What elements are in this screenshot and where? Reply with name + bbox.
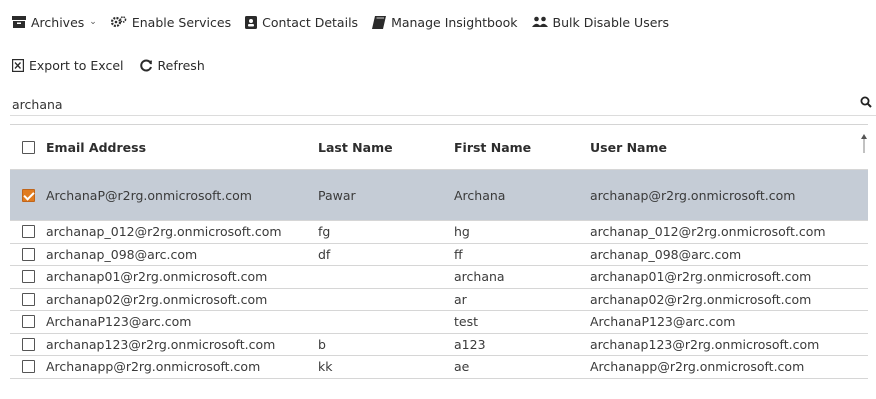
last-name-cell: df [318,246,331,262]
row-checkbox-cell[interactable] [10,292,46,306]
row-checkbox[interactable] [21,270,35,284]
column-header-user-name[interactable]: User Name [590,140,868,155]
column-header-last-name[interactable]: Last Name [318,140,454,155]
row-checkbox[interactable] [21,225,35,239]
chevron-down-icon: ⌄ [89,17,97,27]
users-table: Email Address Last Name First Name User … [10,124,868,379]
row-checkbox-cell[interactable] [10,247,46,261]
export-to-excel-button[interactable]: Export to Excel [12,58,124,73]
email-cell: archanap01@r2rg.onmicrosoft.com [46,269,268,285]
archives-label: Archives [31,14,85,30]
email-cell: ArchanaP123@arc.com [46,314,192,330]
first-name-cell: Archana [454,187,506,203]
table-row[interactable]: archanap_098@arc.com df ff archanap_098@… [10,244,868,266]
last-name-cell: fg [318,224,331,240]
email-cell: archanap_098@arc.com [46,246,198,262]
table-header-row: Email Address Last Name First Name User … [10,125,868,170]
first-name-cell: hg [454,224,470,240]
user-name-cell: archanap123@r2rg.onmicrosoft.com [590,336,820,352]
row-checkbox-cell[interactable] [10,225,46,239]
table-row[interactable]: archanap02@r2rg.onmicrosoft.com ar archa… [10,289,868,311]
enable-services-label: Enable Services [131,14,232,30]
email-cell: archanap123@r2rg.onmicrosoft.com [46,336,276,352]
bulk-disable-users-button[interactable]: Bulk Disable Users [531,14,670,30]
user-name-cell: Archanapp@r2rg.onmicrosoft.com [590,359,805,375]
excel-icon [12,58,24,72]
book-icon [372,15,387,29]
user-name-cell: archanap_012@r2rg.onmicrosoft.com [590,224,826,240]
bulk-disable-users-label: Bulk Disable Users [552,14,670,30]
search-bar [10,94,876,116]
table-row[interactable]: ArchanaP@r2rg.onmicrosoft.com Pawar Arch… [10,170,868,221]
secondary-toolbar: Export to Excel Refresh [12,55,221,75]
refresh-button[interactable]: Refresh [139,57,205,73]
search-icon[interactable] [860,96,872,108]
row-checkbox-cell[interactable] [10,315,46,329]
table-row[interactable]: archanap_012@r2rg.onmicrosoft.com fg hg … [10,221,868,244]
user-name-cell: ArchanaP123@arc.com [590,314,736,330]
scroll-up-icon[interactable] [860,133,868,153]
table-row[interactable]: Archanapp@r2rg.onmicrosoft.com kk ae Arc… [10,356,868,379]
search-input[interactable] [12,94,832,114]
email-cell: archanap_012@r2rg.onmicrosoft.com [46,224,282,240]
first-name-cell: test [454,314,479,330]
row-checkbox[interactable] [21,188,35,202]
last-name-cell: kk [318,359,333,375]
last-name-cell: b [318,336,326,352]
manage-insightbook-label: Manage Insightbook [391,14,518,30]
column-header-email[interactable]: Email Address [46,140,318,155]
user-name-cell: archanap@r2rg.onmicrosoft.com [590,187,796,203]
row-checkbox-cell[interactable] [10,360,46,374]
export-to-excel-label: Export to Excel [29,57,124,73]
archives-menu-button[interactable]: Archives ⌄ [12,15,97,30]
first-name-cell: ae [454,359,470,375]
email-cell: archanap02@r2rg.onmicrosoft.com [46,291,268,307]
manage-insightbook-button[interactable]: Manage Insightbook [372,14,518,30]
row-checkbox[interactable] [21,315,35,329]
refresh-label: Refresh [157,57,205,73]
first-name-cell: ar [454,291,467,307]
row-checkbox[interactable] [21,292,35,306]
user-name-cell: archanap01@r2rg.onmicrosoft.com [590,269,812,285]
users-icon [531,16,548,27]
archive-icon [12,16,26,28]
gear-icon [110,16,127,28]
column-header-first-name[interactable]: First Name [454,140,590,155]
first-name-cell: archana [454,269,505,285]
row-checkbox[interactable] [21,360,35,374]
table-row[interactable]: ArchanaP123@arc.com test ArchanaP123@arc… [10,311,868,334]
refresh-icon [139,59,152,71]
user-name-cell: archanap02@r2rg.onmicrosoft.com [590,291,812,307]
first-name-cell: ff [454,246,463,262]
email-cell: ArchanaP@r2rg.onmicrosoft.com [46,187,252,203]
row-checkbox[interactable] [21,247,35,261]
email-cell: Archanapp@r2rg.onmicrosoft.com [46,359,261,375]
last-name-cell: Pawar [318,187,356,203]
row-checkbox-cell[interactable] [10,270,46,284]
row-checkbox[interactable] [21,337,35,351]
row-checkbox-cell[interactable] [10,337,46,351]
select-all-checkbox-cell[interactable] [10,140,46,154]
contact-card-icon [245,15,258,29]
user-name-cell: archanap_098@arc.com [590,246,742,262]
toolbar: Archives ⌄ Enable Services Contact Detai… [12,12,683,32]
contact-details-label: Contact Details [262,14,359,30]
select-all-checkbox[interactable] [21,140,35,154]
table-row[interactable]: archanap01@r2rg.onmicrosoft.com archana … [10,266,868,289]
contact-details-button[interactable]: Contact Details [245,15,358,30]
first-name-cell: a123 [454,336,486,352]
row-checkbox-cell[interactable] [10,188,46,202]
enable-services-button[interactable]: Enable Services [110,14,232,30]
table-row[interactable]: archanap123@r2rg.onmicrosoft.com b a123 … [10,334,868,356]
